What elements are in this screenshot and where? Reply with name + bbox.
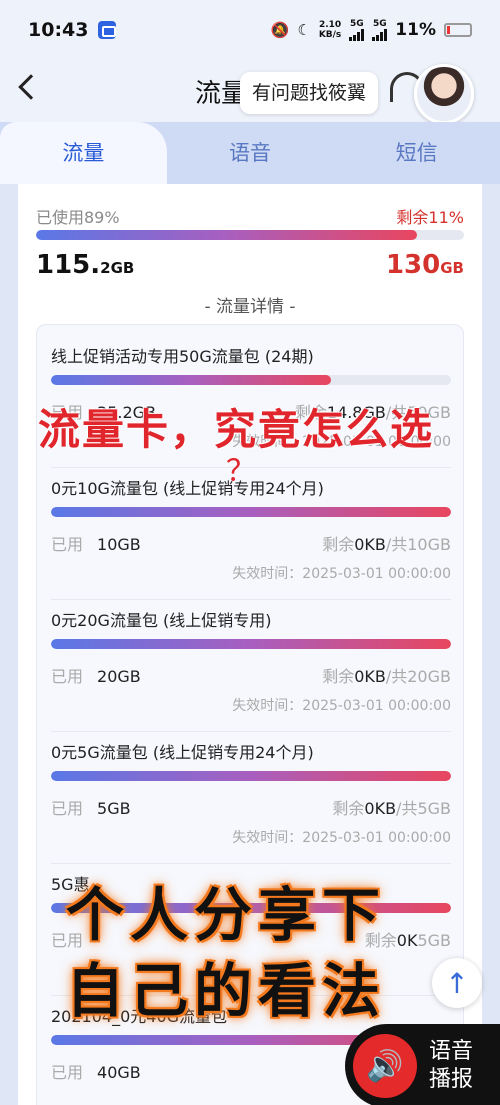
package-used: 已用 40GB [51,1063,141,1082]
status-indicators: 🔕 ☾ 2.10 KB/s 5G 5G 11% [270,19,472,41]
mute-icon: 🔕 [270,21,290,39]
package-expire: 失效时间：2025-03-01 00:00:00 [232,698,451,714]
detail-title: - 流量详情 - [204,297,296,317]
package-name: 线上促销活动专用50G流量包 (24期) [51,347,314,366]
package-usage-bar [51,507,451,517]
network-speed: 2.10 KB/s [318,20,342,40]
used-total: 115.2GB [36,250,135,280]
header: 流量 有问题找筱翼 [0,60,500,124]
app-notification-icon [98,21,117,39]
tab-data[interactable]: 流量 [0,122,167,184]
remain-total: 130GB [385,250,464,280]
package-usage-fill [51,375,331,385]
tab-sms[interactable]: 短信 [333,122,500,184]
package-used: 已用 20GB [51,667,141,686]
overlay-question: ？ [226,454,256,489]
package-remain: 剩余0KB/共20GB [322,667,451,686]
package-item: 0元10G流量包 (线上促销专用24个月) 已用 10GB 剩余0KB/共10GB 失效… [51,475,451,595]
total-usage-fill [36,230,417,240]
package-usage-fill [51,507,451,517]
package-usage-bar [51,771,451,781]
package-name: 0元20G流量包 (线上促销专用) [51,611,272,630]
package-used: 已用 5GB [51,799,131,818]
package-divider [51,731,451,732]
used-percent: 已使用89% [36,208,120,227]
package-usage-fill [51,639,451,649]
voice-label: 语音播报 [429,1039,474,1092]
package-remain: 剩余0KB/共10GB [322,535,451,554]
package-divider [51,863,451,864]
package-divider [51,599,451,600]
package-item: 0元5G流量包 (线上促销专用24个月) 已用 5GB 剩余0KB/共5GB 失效时间：… [51,739,451,859]
signal-1: 5G [349,19,365,41]
package-usage-fill [51,771,451,781]
package-usage-bar [51,639,451,649]
package-expire: 失效时间：2025-03-01 00:00:00 [232,566,451,582]
voice-broadcast-button[interactable]: 🔊 语音播报 [345,1024,500,1105]
help-bubble[interactable]: 有问题找筱翼 [240,72,379,114]
assistant-avatar[interactable] [414,64,474,124]
arrow-up-icon: ↑ [445,966,469,1000]
package-used: 已用 10GB [51,535,141,554]
package-remain: 剩余0KB/共5GB [332,799,451,818]
package-usage-bar [51,375,451,385]
speaker-icon: 🔊 [353,1034,417,1098]
tab-voice[interactable]: 语音 [167,122,334,184]
package-name: 0元10G流量包 (线上促销专用24个月) [51,479,324,498]
package-item: 0元20G流量包 (线上促销专用) 已用 20GB 剩余0KB/共20GB 失效时间：2… [51,607,451,727]
remain-percent: 剩余11% [396,208,464,227]
overlay-line-1: 个人分享下 [66,881,387,949]
moon-icon: ☾ [297,21,311,39]
overlay-line-2: 自己的看法 [66,957,387,1025]
total-usage-bar [36,230,464,240]
back-arrow-icon[interactable] [18,74,44,100]
status-bar: 10:43 🔕 ☾ 2.10 KB/s 5G 5G 11% [0,0,500,60]
scroll-top-button[interactable]: ↑ [432,958,482,1008]
package-name: 0元5G流量包 (线上促销专用24个月) [51,743,314,762]
signal-2: 5G [372,19,388,41]
status-time: 10:43 [28,19,89,41]
battery-icon [444,23,472,37]
battery-percent: 11% [395,20,436,40]
tab-bar: 流量 语音 短信 [0,122,500,184]
package-expire: 失效时间：2025-03-01 00:00:00 [232,830,451,846]
